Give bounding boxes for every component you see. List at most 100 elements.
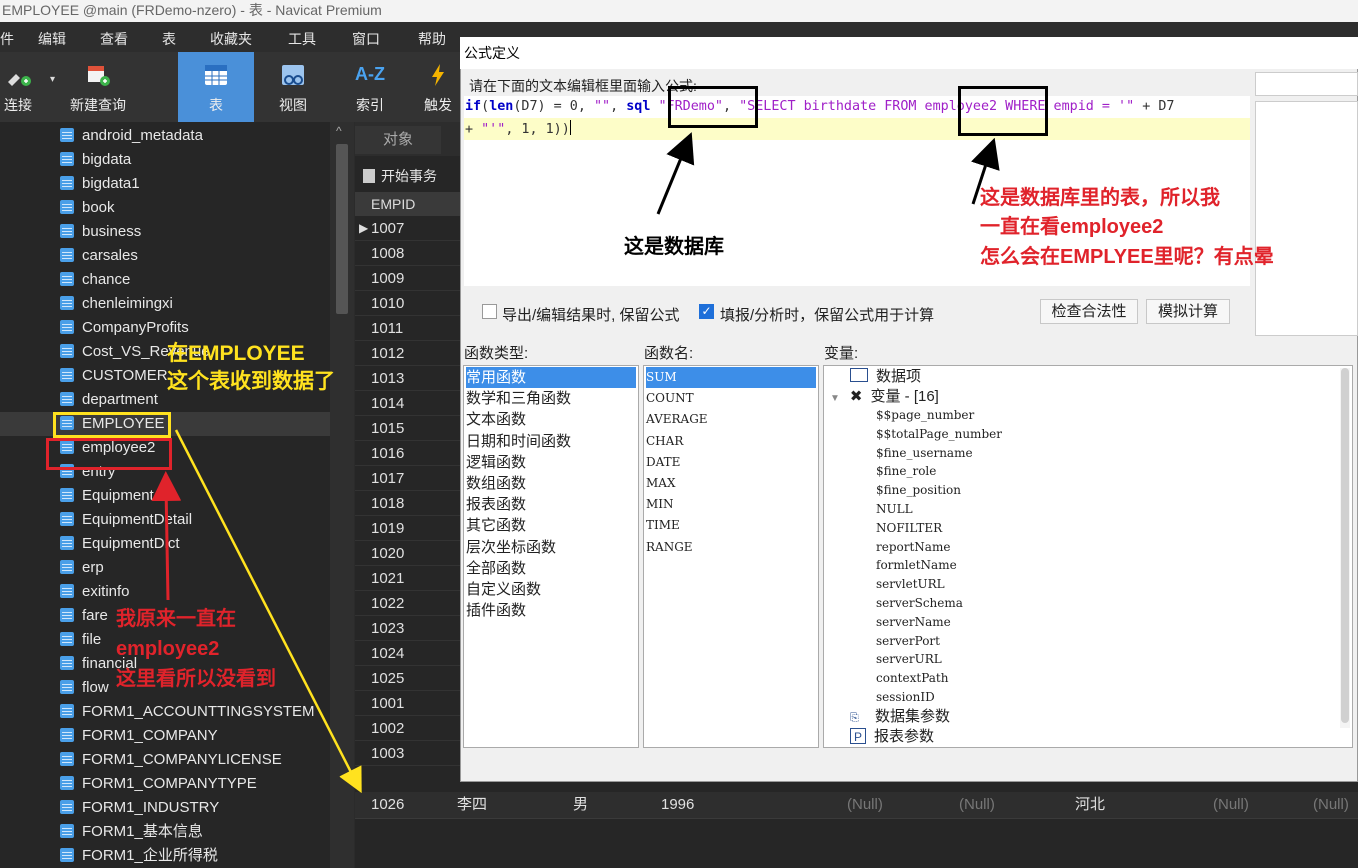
variable-item[interactable]: NOFILTER bbox=[876, 519, 942, 537]
tree-item[interactable]: FORM1_ACCOUNTTINGSYSTEM bbox=[60, 700, 315, 724]
func-type-item[interactable]: 数学和三角函数 bbox=[466, 388, 636, 409]
variable-item[interactable]: serverName bbox=[876, 613, 951, 631]
func-type-item[interactable]: 日期和时间函数 bbox=[466, 431, 636, 452]
func-type-item[interactable]: 全部函数 bbox=[466, 558, 636, 579]
tree-item[interactable]: CompanyProfits bbox=[60, 316, 189, 340]
variable-item[interactable]: $fine_username bbox=[876, 444, 973, 462]
table-row[interactable]: 1008 bbox=[355, 241, 460, 266]
tree-item[interactable]: department bbox=[60, 388, 158, 412]
menu-favorites[interactable]: 收藏夹 bbox=[210, 29, 252, 49]
table-row[interactable]: 1013 bbox=[355, 366, 460, 391]
func-name-item[interactable]: CHAR bbox=[646, 431, 816, 452]
variable-item[interactable]: $$totalPage_number bbox=[876, 425, 1002, 443]
connect-dropdown[interactable]: ▾ bbox=[48, 52, 60, 122]
func-name-item[interactable]: RANGE bbox=[646, 537, 816, 558]
tree-item[interactable]: bigdata bbox=[60, 148, 131, 172]
menu-help[interactable]: 帮助 bbox=[418, 29, 446, 49]
var-dataset-params[interactable]: ⎘ 数据集参数 bbox=[850, 708, 950, 727]
func-type-item[interactable]: 自定义函数 bbox=[466, 579, 636, 600]
variable-scroll-thumb[interactable] bbox=[1341, 368, 1349, 723]
tree-item[interactable]: fare bbox=[60, 604, 108, 628]
table-button[interactable]: 表 bbox=[178, 52, 254, 122]
menu-edit[interactable]: 编辑 bbox=[38, 29, 66, 49]
func-name-item[interactable]: SUM bbox=[646, 367, 816, 388]
variable-item[interactable]: reportName bbox=[876, 538, 950, 556]
table-row[interactable]: 1017 bbox=[355, 466, 460, 491]
table-row[interactable]: 1020 bbox=[355, 541, 460, 566]
table-row[interactable]: 1026 李四 男 1996 (Null) (Null) 河北 (Null) (… bbox=[355, 792, 1358, 819]
variable-item[interactable]: serverURL bbox=[876, 650, 942, 668]
tab-objects[interactable]: 对象 bbox=[355, 126, 441, 154]
view-button[interactable]: 视图 bbox=[256, 52, 330, 122]
tree-item[interactable]: FORM1_基本信息 bbox=[60, 820, 203, 844]
tree-item[interactable]: business bbox=[60, 220, 141, 244]
variable-item[interactable]: serverSchema bbox=[876, 594, 963, 612]
table-row[interactable]: 1011 bbox=[355, 316, 460, 341]
variable-item[interactable]: sessionID bbox=[876, 688, 935, 706]
table-row[interactable]: 1019 bbox=[355, 516, 460, 541]
tree-item[interactable]: file bbox=[60, 628, 101, 652]
variable-item[interactable]: contextPath bbox=[876, 669, 948, 687]
tree-item[interactable]: CUSTOMER bbox=[60, 364, 168, 388]
index-button[interactable]: A-Z 索引 bbox=[334, 52, 406, 122]
var-report-params[interactable]: P 报表参数 bbox=[850, 728, 934, 746]
connect-button[interactable]: 连接 bbox=[0, 52, 36, 122]
func-name-item[interactable]: MIN bbox=[646, 494, 816, 515]
export-keep-formula-checkbox[interactable] bbox=[482, 304, 497, 319]
tree-item[interactable]: carsales bbox=[60, 244, 138, 268]
tree-item[interactable]: EquipmentDict bbox=[60, 532, 180, 556]
table-row[interactable]: 1018 bbox=[355, 491, 460, 516]
tree-item[interactable]: FORM1_COMPANYTYPE bbox=[60, 772, 257, 796]
func-name-item[interactable]: DATE bbox=[646, 452, 816, 473]
menu-table[interactable]: 表 bbox=[162, 29, 176, 49]
var-data-items[interactable]: 数据项 bbox=[850, 368, 921, 386]
tree-item[interactable]: chenleimingxi bbox=[60, 292, 173, 316]
new-query-button[interactable]: 新建查询 bbox=[62, 52, 134, 122]
table-row[interactable]: 1025 bbox=[355, 666, 460, 691]
func-type-item[interactable]: 逻辑函数 bbox=[466, 452, 636, 473]
table-row[interactable]: 1009 bbox=[355, 266, 460, 291]
func-name-item[interactable]: AVERAGE bbox=[646, 409, 816, 430]
func-name-item[interactable]: MAX bbox=[646, 473, 816, 494]
begin-transaction-button[interactable]: 开始事务 bbox=[355, 162, 460, 190]
func-name-item[interactable]: TIME bbox=[646, 515, 816, 536]
table-row[interactable]: 1012 bbox=[355, 341, 460, 366]
table-row[interactable]: 1003 bbox=[355, 741, 460, 766]
variable-item[interactable]: NULL bbox=[876, 500, 913, 518]
table-row[interactable]: 1023 bbox=[355, 616, 460, 641]
variable-item[interactable]: formletName bbox=[876, 556, 957, 574]
variable-scrollbar[interactable] bbox=[1340, 368, 1350, 728]
tree-item[interactable]: exitinfo bbox=[60, 580, 130, 604]
table-row[interactable]: 1015 bbox=[355, 416, 460, 441]
variable-item[interactable]: $fine_position bbox=[876, 481, 961, 499]
trigger-button[interactable]: 触发 bbox=[416, 52, 460, 122]
menu-view[interactable]: 查看 bbox=[100, 29, 128, 49]
variable-item[interactable]: $$page_number bbox=[876, 406, 974, 424]
tree-item[interactable]: erp bbox=[60, 556, 104, 580]
table-row[interactable]: ▶ 1007 bbox=[355, 216, 460, 241]
tree-scrollbar[interactable]: ^ bbox=[330, 122, 354, 868]
table-row[interactable]: 1024 bbox=[355, 641, 460, 666]
func-name-item[interactable]: COUNT bbox=[646, 388, 816, 409]
var-group[interactable]: ▼ ✖ 变量 - [16] bbox=[830, 388, 939, 408]
tree-item[interactable]: book bbox=[60, 196, 115, 220]
menu-tools[interactable]: 工具 bbox=[288, 29, 316, 49]
simulate-button[interactable]: 模拟计算 bbox=[1146, 299, 1230, 324]
check-validity-button[interactable]: 检查合法性 bbox=[1040, 299, 1138, 324]
tree-item[interactable]: EquipmentDetail bbox=[60, 508, 192, 532]
variable-item[interactable]: serverPort bbox=[876, 632, 940, 650]
func-type-item[interactable]: 数组函数 bbox=[466, 473, 636, 494]
scroll-up-icon[interactable]: ^ bbox=[336, 124, 342, 138]
func-type-item[interactable]: 文本函数 bbox=[466, 409, 636, 430]
tree-item[interactable]: FORM1_企业所得税 bbox=[60, 844, 218, 868]
func-type-item[interactable]: 层次坐标函数 bbox=[466, 537, 636, 558]
tree-item[interactable]: FORM1_COMPANYLICENSE bbox=[60, 748, 282, 772]
tree-item[interactable]: FORM1_COMPANY bbox=[60, 724, 218, 748]
table-row[interactable]: 1021 bbox=[355, 566, 460, 591]
menu-file[interactable]: 件 bbox=[0, 29, 14, 49]
table-row[interactable]: 1022 bbox=[355, 591, 460, 616]
tree-item[interactable]: chance bbox=[60, 268, 130, 292]
variable-item[interactable]: servletURL bbox=[876, 575, 945, 593]
table-row[interactable]: 1014 bbox=[355, 391, 460, 416]
func-type-item[interactable]: 插件函数 bbox=[466, 600, 636, 621]
